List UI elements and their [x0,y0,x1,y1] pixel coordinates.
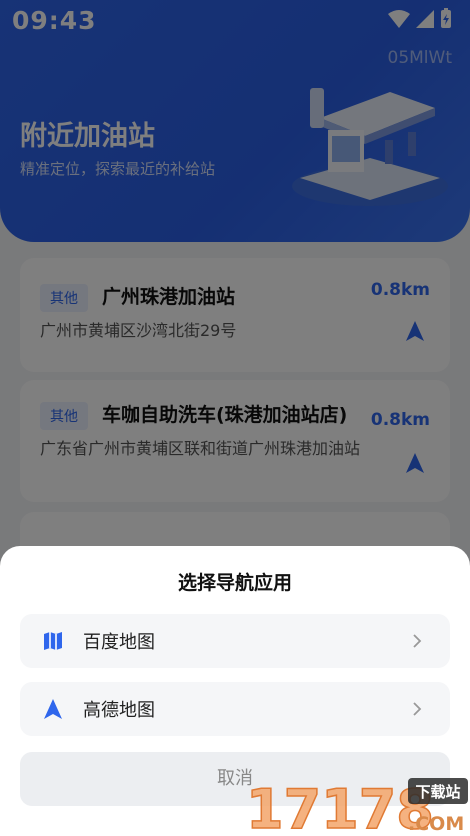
gaode-map-option[interactable]: 高德地图 [20,682,450,736]
sheet-title: 选择导航应用 [177,572,292,594]
option-label: 百度地图 [83,632,155,653]
map-icon [44,632,62,650]
baidu-map-option[interactable]: 百度地图 [20,614,450,668]
svg-text:下载站: 下载站 [415,783,460,801]
navigation-arrow-icon [44,699,62,719]
watermark-logo: 17178 下载站 .COM [246,777,468,836]
svg-text:17178: 17178 [246,778,434,836]
chevron-right-icon [413,634,422,648]
svg-text:.COM: .COM [408,813,464,835]
chevron-right-icon [413,702,422,716]
option-label: 高德地图 [83,700,155,721]
